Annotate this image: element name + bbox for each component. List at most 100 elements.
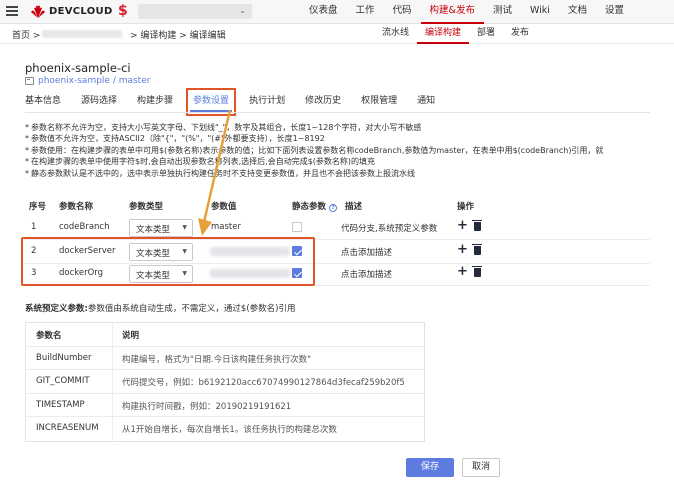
static-param-checkbox[interactable] bbox=[292, 268, 302, 278]
cancel-button[interactable]: 取消 bbox=[462, 458, 500, 477]
project-selector[interactable]: ⌄ bbox=[138, 4, 252, 19]
row-index: 2 bbox=[31, 246, 37, 256]
trash-icon[interactable] bbox=[472, 244, 483, 255]
sub-nav-item[interactable]: 发布 bbox=[503, 24, 537, 44]
top-bar: DEVCLOUD $ ⌄ 仪表盘 工作 代码 构建&发布 测试 Wiki 文档 … bbox=[0, 0, 674, 24]
col-description: 说明 bbox=[122, 331, 140, 341]
top-nav-item[interactable]: Wiki bbox=[521, 0, 559, 24]
sub-nav-item-active[interactable]: 编译构建 bbox=[417, 24, 470, 44]
param-name[interactable]: dockerOrg bbox=[59, 268, 103, 278]
table-row: 2 dockerServer 文本类型 ▼ 点击添加描述 + bbox=[25, 240, 650, 264]
row-index: 3 bbox=[31, 268, 37, 278]
param-table-header: 序号 参数名称 参数类型 参数值 静态参数 ? 描述 操作 bbox=[25, 196, 650, 216]
save-button[interactable]: 保存 bbox=[406, 458, 454, 477]
page-title: phoenix-sample-ci bbox=[25, 61, 131, 75]
param-value-redacted[interactable] bbox=[210, 269, 290, 278]
param-desc[interactable]: 点击添加描述 bbox=[341, 246, 392, 258]
system-params-title: 系统预定义参数:参数值由系统自动生成，不需定义，通过$(参数名)引用 bbox=[25, 304, 296, 314]
static-param-checkbox[interactable] bbox=[292, 246, 302, 256]
repo-label: phoenix-sample / master bbox=[38, 76, 151, 86]
top-nav-item[interactable]: 仪表盘 bbox=[300, 0, 347, 24]
caret-down-icon: ▼ bbox=[182, 224, 187, 231]
top-nav-item-active[interactable]: 构建&发布 bbox=[420, 0, 484, 24]
table-row: 1 codeBranch 文本类型 ▼ master 代码分支,系统预定义参数 + bbox=[25, 216, 650, 240]
top-nav-item[interactable]: 工作 bbox=[347, 0, 384, 24]
top-nav-item[interactable]: 测试 bbox=[484, 0, 521, 24]
row-index: 1 bbox=[31, 222, 37, 232]
repository-icon bbox=[25, 77, 34, 85]
breadcrumb-home[interactable]: 首页 > bbox=[12, 28, 40, 41]
tab-permissions[interactable]: 权限管理 bbox=[361, 92, 397, 112]
add-icon[interactable]: + bbox=[457, 265, 468, 279]
row-ops: + bbox=[457, 219, 483, 233]
col-index: 序号 bbox=[29, 202, 47, 212]
table-row: INCREASENUM 从1开始自增长，每次自增长1。该任务执行的构建总次数 bbox=[26, 417, 424, 441]
sys-param-name: BuildNumber bbox=[36, 352, 92, 363]
project-icon: $ bbox=[118, 3, 128, 19]
top-nav: 仪表盘 工作 代码 构建&发布 测试 Wiki 文档 设置 bbox=[300, 0, 633, 24]
top-nav-item[interactable]: 代码 bbox=[384, 0, 421, 24]
note-item: * 参数使用：在构建步骤的表单中可用$(参数名称)表示参数的值；比如下面列表设置参… bbox=[25, 145, 604, 155]
sub-nav-item[interactable]: 流水线 bbox=[374, 24, 417, 44]
tab-basic-info[interactable]: 基本信息 bbox=[25, 92, 61, 112]
note-item: * 参数值不允许为空，支持ASCII2（除"{"，"(%"，"(#"外都要支持），… bbox=[25, 134, 325, 144]
sys-param-desc: 构建执行时间戳，例如：20190219191621 bbox=[122, 401, 292, 412]
menu-icon[interactable] bbox=[6, 6, 18, 16]
top-nav-item[interactable]: 设置 bbox=[596, 0, 633, 24]
col-desc: 描述 bbox=[345, 202, 363, 212]
row-ops: + bbox=[457, 265, 483, 279]
table-header-row: 参数名 说明 bbox=[26, 323, 424, 347]
repo-link[interactable]: phoenix-sample / master bbox=[25, 76, 150, 86]
caret-down-icon: ▼ bbox=[182, 270, 187, 277]
add-icon[interactable]: + bbox=[457, 219, 468, 233]
breadcrumb: > 编译构建 > 编译编辑 bbox=[130, 31, 226, 41]
tab-source[interactable]: 源码选择 bbox=[81, 92, 117, 112]
col-name: 参数名称 bbox=[59, 202, 94, 212]
tab-build-steps[interactable]: 构建步骤 bbox=[137, 92, 173, 112]
table-row: TIMESTAMP 构建执行时间戳，例如：20190219191621 bbox=[26, 393, 424, 417]
sys-param-desc: 构建编号，格式为"日期.今日该构建任务执行次数" bbox=[122, 354, 312, 365]
note-item: * 在构建步骤的表单中使用字符$时,会自动出现参数名称列表,选择后,会自动完成$(… bbox=[25, 157, 376, 167]
col-value: 参数值 bbox=[211, 202, 237, 212]
trash-icon[interactable] bbox=[472, 220, 483, 231]
sys-param-desc: 从1开始自增长，每次自增长1。该任务执行的构建总次数 bbox=[122, 425, 337, 435]
breadcrumb-project-redacted bbox=[42, 30, 122, 38]
sys-param-desc: 代码提交号，例如：b6192120acc67074990127864d3feca… bbox=[122, 378, 405, 388]
param-type-select[interactable]: 文本类型 ▼ bbox=[129, 219, 193, 237]
param-value-redacted[interactable] bbox=[210, 247, 290, 256]
tab-schedule[interactable]: 执行计划 bbox=[249, 92, 285, 112]
huawei-logo-icon bbox=[31, 5, 45, 19]
col-ops: 操作 bbox=[457, 202, 475, 212]
parameter-notes: * 参数名称不允许为空，支持大小写英文字母、下划线"_"，数字及其组合，长度1~1… bbox=[25, 122, 665, 179]
param-name[interactable]: dockerServer bbox=[59, 246, 116, 256]
param-desc[interactable]: 代码分支,系统预定义参数 bbox=[341, 222, 437, 234]
sub-nav: 流水线 编译构建 部署 发布 bbox=[374, 24, 537, 44]
trash-icon[interactable] bbox=[472, 266, 483, 277]
breadcrumb-bar: 首页 > > 编译构建 > 编译编辑 流水线 编译构建 部署 发布 bbox=[0, 24, 674, 44]
top-nav-item[interactable]: 文档 bbox=[559, 0, 596, 24]
table-row: 3 dockerOrg 文本类型 ▼ 点击添加描述 + bbox=[25, 262, 650, 286]
system-params-table: 参数名 说明 BuildNumber 构建编号，格式为"日期.今日该构建任务执行… bbox=[25, 322, 425, 442]
param-type-select[interactable]: 文本类型 ▼ bbox=[129, 243, 193, 261]
chevron-down-icon: ⌄ bbox=[239, 6, 246, 15]
param-name[interactable]: codeBranch bbox=[59, 222, 109, 232]
sub-nav-item[interactable]: 部署 bbox=[469, 24, 503, 44]
help-icon[interactable]: ? bbox=[328, 204, 337, 212]
param-desc[interactable]: 点击添加描述 bbox=[341, 268, 392, 280]
tab-history[interactable]: 修改历史 bbox=[305, 92, 341, 112]
col-type: 参数类型 bbox=[129, 202, 164, 212]
sys-param-name: INCREASENUM bbox=[36, 423, 99, 433]
static-param-checkbox[interactable] bbox=[292, 222, 302, 232]
table-row: BuildNumber 构建编号，格式为"日期.今日该构建任务执行次数" bbox=[26, 346, 424, 370]
table-row: GIT_COMMIT 代码提交号，例如：b6192120acc670749901… bbox=[26, 370, 424, 394]
brand-name: DEVCLOUD bbox=[49, 6, 113, 17]
col-param-name: 参数名 bbox=[36, 331, 62, 341]
row-ops: + bbox=[457, 243, 483, 257]
add-icon[interactable]: + bbox=[457, 243, 468, 257]
param-type-select[interactable]: 文本类型 ▼ bbox=[129, 265, 193, 283]
tab-parameters[interactable]: 参数设置 bbox=[186, 88, 237, 116]
tab-bar: 基本信息 源码选择 构建步骤 参数设置 执行计划 修改历史 权限管理 通知 bbox=[25, 88, 455, 116]
tab-notifications[interactable]: 通知 bbox=[417, 92, 435, 112]
note-item: * 静态参数默认是不选中的，选中表示单独执行构建任务时不支持变更参数值，并且也不会… bbox=[25, 168, 415, 178]
param-value[interactable]: master bbox=[211, 222, 241, 232]
